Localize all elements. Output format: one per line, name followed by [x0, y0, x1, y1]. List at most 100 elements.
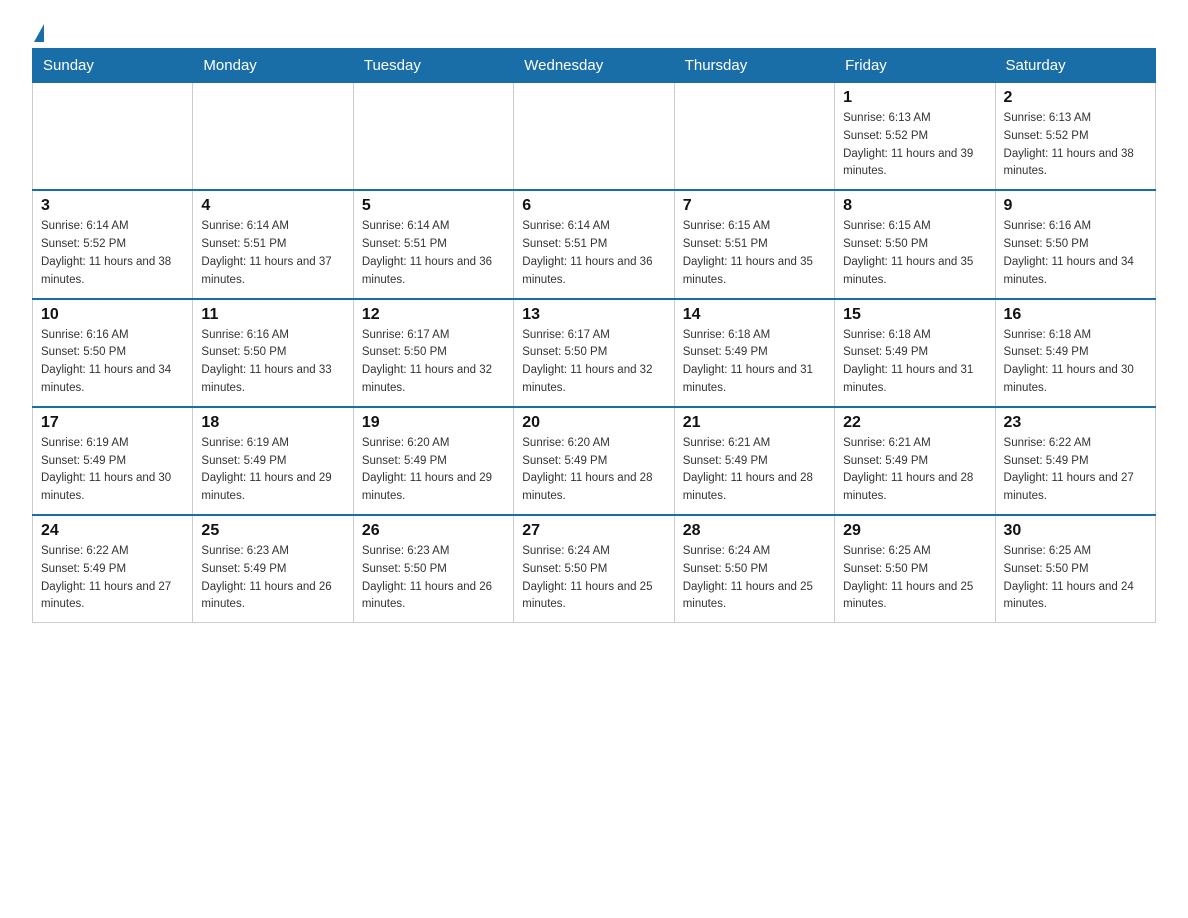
- table-row: 29Sunrise: 6:25 AM Sunset: 5:50 PM Dayli…: [835, 515, 995, 623]
- table-row: 13 Sunrise: 6:17 AM Sunset: 5:50 PM Dayli…: [514, 299, 674, 407]
- table-row: 19 Sunrise: 6:20 AM Sunset: 5:49 PM Dayli…: [353, 407, 513, 515]
- header-friday: Friday: [835, 49, 995, 83]
- day-number: 18: [201, 414, 344, 432]
- header-tuesday: Tuesday: [353, 49, 513, 83]
- calendar-week-row: 1 Sunrise: 6:13 AM Sunset: 5:52 PM Daylig…: [33, 83, 1156, 191]
- day-number: 11: [201, 306, 344, 324]
- table-row: 17Sunrise: 6:19 AM Sunset: 5:49 PM Dayli…: [33, 407, 193, 515]
- table-row: [674, 83, 834, 191]
- calendar-week-row: 17 Sunrise: 6:19 AM Sunset: 5:49 PM Dayli…: [33, 407, 1156, 515]
- table-row: 16 Sunrise: 6:18 AM Sunset: 5:49 PM Dayli…: [995, 299, 1155, 407]
- day-number: 13: [522, 306, 665, 324]
- day-number: 8: [843, 197, 986, 215]
- day-info: Sunrise: 6:21 AM Sunset: 5:49 PM Dayligh…: [843, 435, 986, 506]
- day-number: 10: [41, 306, 184, 324]
- calendar-week-row: 3 Sunrise: 6:14 AM Sunset: 5:52 PM Daylig…: [33, 190, 1156, 298]
- table-row: 3 Sunrise: 6:14 AM Sunset: 5:52 PM Daylig…: [33, 190, 193, 298]
- table-row: 23 Sunrise: 6:22 AM Sunset: 5:49 PM Dayli…: [995, 407, 1155, 515]
- table-row: 9 Sunrise: 6:16 AM Sunset: 5:50 PM Daylig…: [995, 190, 1155, 298]
- day-info: Sunrise: 6:23 AM Sunset: 5:49 PM Dayligh…: [201, 543, 344, 614]
- table-row: 11 Sunrise: 6:16 AM Sunset: 5:50 PM Dayli…: [193, 299, 353, 407]
- table-row: 30 Sunrise: 6:25 AM Sunset: 5:50 PM Dayli…: [995, 515, 1155, 623]
- day-number: 7: [683, 197, 826, 215]
- day-number: 20: [522, 414, 665, 432]
- table-row: 5 Sunrise: 6:14 AM Sunset: 5:51 PM Daylig…: [353, 190, 513, 298]
- day-number: 26: [362, 522, 505, 540]
- day-info: Sunrise: 6:14 AM Sunset: 5:52 PM Dayligh…: [41, 218, 184, 289]
- day-info: Sunrise: 6:18 AM Sunset: 5:49 PM Dayligh…: [843, 327, 986, 398]
- table-row: 12 Sunrise: 6:17 AM Sunset: 5:50 PM Dayli…: [353, 299, 513, 407]
- day-number: 29: [843, 522, 986, 540]
- day-info: Sunrise: 6:17 AM Sunset: 5:50 PM Dayligh…: [522, 327, 665, 398]
- day-info: Sunrise: 6:15 AM Sunset: 5:51 PM Dayligh…: [683, 218, 826, 289]
- day-number: 5: [362, 197, 505, 215]
- day-info: Sunrise: 6:19 AM Sunset: 5:49 PM Dayligh…: [201, 435, 344, 506]
- day-number: 28: [683, 522, 826, 540]
- header-wednesday: Wednesday: [514, 49, 674, 83]
- calendar-table: Sunday Monday Tuesday Wednesday Thursday…: [32, 48, 1156, 623]
- table-row: [514, 83, 674, 191]
- table-row: 8 Sunrise: 6:15 AM Sunset: 5:50 PM Daylig…: [835, 190, 995, 298]
- day-number: 9: [1004, 197, 1147, 215]
- day-number: 1: [843, 89, 986, 107]
- day-info: Sunrise: 6:21 AM Sunset: 5:49 PM Dayligh…: [683, 435, 826, 506]
- calendar-week-row: 10 Sunrise: 6:16 AM Sunset: 5:50 PM Dayli…: [33, 299, 1156, 407]
- day-info: Sunrise: 6:13 AM Sunset: 5:52 PM Dayligh…: [1004, 110, 1147, 181]
- day-number: 4: [201, 197, 344, 215]
- table-row: 4 Sunrise: 6:14 AM Sunset: 5:51 PM Daylig…: [193, 190, 353, 298]
- day-number: 30: [1004, 522, 1147, 540]
- page-header: [32, 24, 1156, 40]
- day-info: Sunrise: 6:20 AM Sunset: 5:49 PM Dayligh…: [362, 435, 505, 506]
- header-saturday: Saturday: [995, 49, 1155, 83]
- day-info: Sunrise: 6:13 AM Sunset: 5:52 PM Dayligh…: [843, 110, 986, 181]
- table-row: 14Sunrise: 6:18 AM Sunset: 5:49 PM Dayli…: [674, 299, 834, 407]
- day-info: Sunrise: 6:17 AM Sunset: 5:50 PM Dayligh…: [362, 327, 505, 398]
- logo: [32, 24, 44, 40]
- day-info: Sunrise: 6:18 AM Sunset: 5:49 PM Dayligh…: [1004, 327, 1147, 398]
- day-number: 14: [683, 306, 826, 324]
- day-number: 27: [522, 522, 665, 540]
- table-row: 27 Sunrise: 6:24 AM Sunset: 5:50 PM Dayli…: [514, 515, 674, 623]
- day-info: Sunrise: 6:24 AM Sunset: 5:50 PM Dayligh…: [522, 543, 665, 614]
- header-thursday: Thursday: [674, 49, 834, 83]
- day-number: 6: [522, 197, 665, 215]
- day-info: Sunrise: 6:20 AM Sunset: 5:49 PM Dayligh…: [522, 435, 665, 506]
- table-row: 1 Sunrise: 6:13 AM Sunset: 5:52 PM Daylig…: [835, 83, 995, 191]
- day-number: 16: [1004, 306, 1147, 324]
- table-row: 7 Sunrise: 6:15 AM Sunset: 5:51 PM Daylig…: [674, 190, 834, 298]
- table-row: 21Sunrise: 6:21 AM Sunset: 5:49 PM Dayli…: [674, 407, 834, 515]
- day-info: Sunrise: 6:15 AM Sunset: 5:50 PM Dayligh…: [843, 218, 986, 289]
- day-number: 24: [41, 522, 184, 540]
- table-row: [33, 83, 193, 191]
- calendar-body: 1 Sunrise: 6:13 AM Sunset: 5:52 PM Daylig…: [33, 83, 1156, 623]
- table-row: 10Sunrise: 6:16 AM Sunset: 5:50 PM Dayli…: [33, 299, 193, 407]
- table-row: 2Sunrise: 6:13 AM Sunset: 5:52 PM Daylig…: [995, 83, 1155, 191]
- table-row: 18 Sunrise: 6:19 AM Sunset: 5:49 PM Dayli…: [193, 407, 353, 515]
- day-info: Sunrise: 6:25 AM Sunset: 5:50 PM Dayligh…: [1004, 543, 1147, 614]
- table-row: 22Sunrise: 6:21 AM Sunset: 5:49 PM Dayli…: [835, 407, 995, 515]
- day-info: Sunrise: 6:16 AM Sunset: 5:50 PM Dayligh…: [1004, 218, 1147, 289]
- logo-triangle-icon: [34, 24, 44, 42]
- weekday-header-row: Sunday Monday Tuesday Wednesday Thursday…: [33, 49, 1156, 83]
- day-number: 3: [41, 197, 184, 215]
- day-number: 12: [362, 306, 505, 324]
- table-row: [193, 83, 353, 191]
- day-number: 23: [1004, 414, 1147, 432]
- day-info: Sunrise: 6:14 AM Sunset: 5:51 PM Dayligh…: [201, 218, 344, 289]
- day-number: 19: [362, 414, 505, 432]
- day-info: Sunrise: 6:22 AM Sunset: 5:49 PM Dayligh…: [1004, 435, 1147, 506]
- day-info: Sunrise: 6:14 AM Sunset: 5:51 PM Dayligh…: [362, 218, 505, 289]
- day-info: Sunrise: 6:23 AM Sunset: 5:50 PM Dayligh…: [362, 543, 505, 614]
- header-monday: Monday: [193, 49, 353, 83]
- day-info: Sunrise: 6:22 AM Sunset: 5:49 PM Dayligh…: [41, 543, 184, 614]
- table-row: 28 Sunrise: 6:24 AM Sunset: 5:50 PM Dayli…: [674, 515, 834, 623]
- calendar-week-row: 24 Sunrise: 6:22 AM Sunset: 5:49 PM Dayli…: [33, 515, 1156, 623]
- table-row: [353, 83, 513, 191]
- day-info: Sunrise: 6:16 AM Sunset: 5:50 PM Dayligh…: [201, 327, 344, 398]
- table-row: 24 Sunrise: 6:22 AM Sunset: 5:49 PM Dayli…: [33, 515, 193, 623]
- day-number: 15: [843, 306, 986, 324]
- day-number: 17: [41, 414, 184, 432]
- day-info: Sunrise: 6:14 AM Sunset: 5:51 PM Dayligh…: [522, 218, 665, 289]
- day-info: Sunrise: 6:24 AM Sunset: 5:50 PM Dayligh…: [683, 543, 826, 614]
- table-row: 6 Sunrise: 6:14 AM Sunset: 5:51 PM Daylig…: [514, 190, 674, 298]
